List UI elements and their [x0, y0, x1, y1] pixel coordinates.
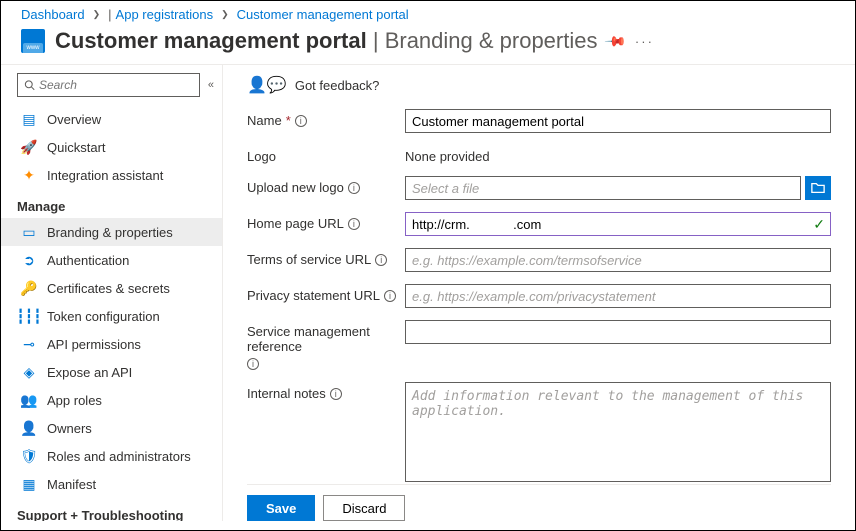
chevron-right-icon: ❯	[89, 9, 105, 20]
more-menu[interactable]: ···	[635, 34, 654, 49]
search-input[interactable]	[39, 78, 193, 92]
breadcrumb-app-registrations[interactable]: App registrations	[116, 7, 214, 22]
save-button[interactable]: Save	[247, 495, 315, 521]
search-icon	[24, 79, 35, 91]
page-header: www Customer management portal | Brandin…	[1, 26, 855, 64]
sidebar-item-label: App roles	[47, 393, 102, 408]
name-label: Name * i	[247, 109, 405, 128]
sidebar-item-label: Manifest	[47, 477, 96, 492]
chevron-right-icon: ❯	[217, 9, 233, 20]
pin-icon[interactable]: 📌	[604, 29, 628, 53]
assistant-icon: ✦	[21, 167, 37, 183]
sidebar-item-branding[interactable]: ▭ Branding & properties	[1, 218, 222, 246]
sidebar-item-assistant[interactable]: ✦ Integration assistant	[1, 161, 222, 189]
search-input-container[interactable]	[17, 73, 200, 97]
owners-icon: 👤	[21, 420, 37, 436]
sidebar-item-owners[interactable]: 👤 Owners	[1, 414, 222, 442]
token-icon: ┇┇┇	[21, 308, 37, 324]
sidebar-item-label: Roles and administrators	[47, 449, 191, 464]
checkmark-icon: ✓	[813, 216, 825, 233]
sidebar-item-label: Expose an API	[47, 365, 132, 380]
footer-bar: Save Discard	[247, 484, 831, 521]
main-content: 👤💬 Got feedback? Name * i Logo None prov…	[223, 65, 855, 521]
discard-button[interactable]: Discard	[323, 495, 405, 521]
service-ref-input[interactable]	[405, 320, 831, 344]
auth-icon: ➲	[21, 252, 37, 268]
notes-textarea[interactable]	[405, 382, 831, 482]
expose-api-icon: ◈	[21, 364, 37, 380]
info-icon[interactable]: i	[384, 290, 396, 302]
homepage-label: Home page URL i	[247, 212, 405, 231]
homepage-input[interactable]	[405, 212, 831, 236]
sidebar-item-roles-admins[interactable]: 🛡 Roles and administrators	[1, 442, 222, 470]
sidebar-item-certificates[interactable]: 🔑 Certificates & secrets	[1, 274, 222, 302]
info-icon[interactable]: i	[375, 254, 387, 266]
sidebar-item-label: Owners	[47, 421, 92, 436]
info-icon[interactable]: i	[330, 388, 342, 400]
privacy-label: Privacy statement URL i	[247, 284, 405, 303]
sidebar-item-label: Overview	[47, 112, 101, 127]
notes-label: Internal notes i	[247, 382, 405, 401]
feedback-link[interactable]: 👤💬 Got feedback?	[247, 75, 831, 109]
sidebar-item-overview[interactable]: ▤ Overview	[1, 105, 222, 133]
sidebar-item-quickstart[interactable]: 🚀 Quickstart	[1, 133, 222, 161]
info-icon[interactable]: i	[295, 115, 307, 127]
roles-admin-icon: 🛡	[21, 448, 37, 464]
sidebar-item-label: Token configuration	[47, 309, 160, 324]
app-icon: www	[21, 29, 45, 53]
sidebar-item-api-permissions[interactable]: ⊸ API permissions	[1, 330, 222, 358]
sidebar-section-support: Support + Troubleshooting	[1, 498, 222, 521]
info-icon[interactable]: i	[348, 218, 360, 230]
manifest-icon: ▦	[21, 476, 37, 492]
sidebar-item-expose-api[interactable]: ◈ Expose an API	[1, 358, 222, 386]
folder-icon	[811, 181, 825, 195]
sidebar-item-label: Quickstart	[47, 140, 106, 155]
sidebar-item-label: Certificates & secrets	[47, 281, 170, 296]
info-icon[interactable]: i	[247, 358, 259, 370]
app-roles-icon: 👥	[21, 392, 37, 408]
name-input[interactable]	[405, 109, 831, 133]
overview-icon: ▤	[21, 111, 37, 127]
page-title: Customer management portal | Branding & …	[55, 28, 597, 54]
sidebar: « ▤ Overview 🚀 Quickstart ✦ Integration …	[1, 65, 223, 521]
breadcrumb-customer-portal[interactable]: Customer management portal	[237, 7, 409, 22]
service-ref-label: Service management reference i	[247, 320, 405, 370]
feedback-icon: 👤💬	[247, 75, 287, 95]
sidebar-item-app-roles[interactable]: 👥 App roles	[1, 386, 222, 414]
sidebar-item-authentication[interactable]: ➲ Authentication	[1, 246, 222, 274]
sidebar-item-manifest[interactable]: ▦ Manifest	[1, 470, 222, 498]
privacy-input[interactable]	[405, 284, 831, 308]
sidebar-item-label: Branding & properties	[47, 225, 173, 240]
info-icon[interactable]: i	[348, 182, 360, 194]
collapse-sidebar-icon[interactable]: «	[208, 79, 214, 91]
logo-value: None provided	[405, 145, 831, 164]
browse-button[interactable]	[805, 176, 831, 200]
upload-logo-label: Upload new logo i	[247, 176, 405, 195]
sidebar-item-label: API permissions	[47, 337, 141, 352]
rocket-icon: 🚀	[21, 139, 37, 155]
tos-input[interactable]	[405, 248, 831, 272]
sidebar-item-label: Integration assistant	[47, 168, 163, 183]
tos-label: Terms of service URL i	[247, 248, 405, 267]
logo-label: Logo	[247, 145, 405, 164]
breadcrumb: Dashboard ❯ | App registrations ❯ Custom…	[1, 1, 855, 26]
branding-icon: ▭	[21, 224, 37, 240]
sidebar-section-manage: Manage	[1, 189, 222, 218]
sidebar-item-label: Authentication	[47, 253, 129, 268]
api-perm-icon: ⊸	[21, 336, 37, 352]
file-picker[interactable]: Select a file	[405, 176, 801, 200]
breadcrumb-dashboard[interactable]: Dashboard	[21, 7, 85, 22]
key-icon: 🔑	[21, 280, 37, 296]
sidebar-item-token-config[interactable]: ┇┇┇ Token configuration	[1, 302, 222, 330]
